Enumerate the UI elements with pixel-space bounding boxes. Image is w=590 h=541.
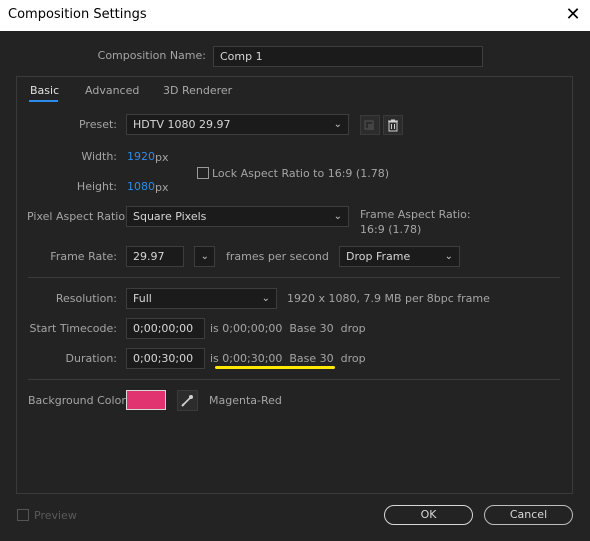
duration-label: Duration: bbox=[65, 352, 117, 365]
section-divider bbox=[28, 277, 560, 278]
start-timecode-info: is 0;00;00;00 Base 30 drop bbox=[210, 322, 366, 335]
composition-name-label: Composition Name: bbox=[97, 49, 206, 62]
resolution-dropdown[interactable]: Full ⌄ bbox=[126, 288, 277, 309]
tab-advanced[interactable]: Advanced bbox=[85, 84, 139, 97]
ok-button[interactable]: OK bbox=[384, 505, 473, 525]
drop-frame-dropdown[interactable]: Drop Frame ⌄ bbox=[339, 246, 460, 267]
background-color-name: Magenta-Red bbox=[209, 394, 282, 407]
eyedropper-button[interactable] bbox=[177, 390, 198, 411]
duration-input[interactable]: 0;00;30;00 bbox=[126, 348, 205, 369]
resolution-label: Resolution: bbox=[55, 292, 117, 305]
chevron-down-icon: ⌄ bbox=[261, 293, 270, 304]
trash-icon bbox=[388, 119, 398, 132]
close-icon[interactable]: ✕ bbox=[562, 4, 584, 26]
settings-panel bbox=[16, 76, 573, 494]
section-divider bbox=[28, 379, 560, 380]
resolution-info: 1920 x 1080, 7.9 MB per 8bpc frame bbox=[287, 292, 490, 305]
frame-rate-label: Frame Rate: bbox=[50, 250, 117, 263]
width-unit: px bbox=[155, 151, 169, 164]
frame-rate-unit: frames per second bbox=[226, 250, 329, 263]
duration-info: is 0;00;30;00 Base 30 drop bbox=[210, 352, 366, 365]
window-title: Composition Settings bbox=[8, 7, 147, 22]
width-value[interactable]: 1920 bbox=[127, 150, 155, 163]
tab-3d-renderer[interactable]: 3D Renderer bbox=[163, 84, 232, 97]
background-color-label: Background Color: bbox=[28, 394, 130, 407]
height-label: Height: bbox=[76, 180, 117, 193]
tab-basic[interactable]: Basic bbox=[30, 84, 59, 97]
height-value[interactable]: 1080 bbox=[127, 180, 155, 193]
pixel-aspect-value: Square Pixels bbox=[133, 210, 207, 223]
preview-checkbox[interactable] bbox=[17, 509, 29, 521]
chevron-down-icon: ⌄ bbox=[200, 251, 209, 262]
pixel-aspect-label: Pixel Aspect Ratio: bbox=[27, 210, 129, 223]
frame-aspect-label: Frame Aspect Ratio: bbox=[360, 208, 471, 221]
drop-frame-value: Drop Frame bbox=[346, 250, 411, 263]
start-timecode-label: Start Timecode: bbox=[29, 322, 117, 335]
height-unit: px bbox=[155, 181, 169, 194]
cancel-button[interactable]: Cancel bbox=[484, 505, 573, 525]
yellow-highlight-underline bbox=[215, 366, 335, 369]
resolution-value: Full bbox=[133, 292, 152, 305]
composition-name-input[interactable]: Comp 1 bbox=[213, 46, 483, 67]
lock-aspect-checkbox[interactable] bbox=[197, 167, 209, 179]
preview-label: Preview bbox=[34, 509, 77, 522]
frame-rate-input[interactable]: 29.97 bbox=[126, 246, 184, 267]
chevron-down-icon: ⌄ bbox=[444, 251, 453, 262]
eyedropper-icon bbox=[181, 395, 193, 407]
width-label: Width: bbox=[81, 150, 117, 163]
chevron-down-icon: ⌄ bbox=[333, 211, 342, 222]
background-color-swatch[interactable] bbox=[126, 390, 166, 410]
start-timecode-input[interactable]: 0;00;00;00 bbox=[126, 318, 205, 339]
frame-rate-dropdown[interactable]: ⌄ bbox=[194, 246, 215, 267]
lock-aspect-label: Lock Aspect Ratio to 16:9 (1.78) bbox=[212, 167, 389, 180]
preset-value: HDTV 1080 29.97 bbox=[133, 118, 231, 131]
pixel-aspect-dropdown[interactable]: Square Pixels ⌄ bbox=[126, 206, 349, 227]
save-preset-button[interactable] bbox=[360, 115, 380, 135]
chevron-down-icon: ⌄ bbox=[333, 119, 342, 130]
preset-label: Preset: bbox=[78, 118, 117, 131]
delete-preset-button[interactable] bbox=[383, 115, 403, 135]
save-preset-icon bbox=[364, 120, 374, 130]
frame-aspect-value: 16:9 (1.78) bbox=[360, 223, 422, 236]
preset-dropdown[interactable]: HDTV 1080 29.97 ⌄ bbox=[126, 114, 349, 135]
tab-active-indicator bbox=[29, 100, 58, 102]
